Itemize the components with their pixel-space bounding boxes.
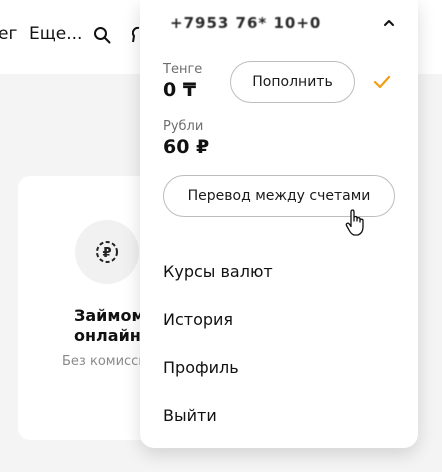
- balance-label-tenge: Тенге: [163, 62, 203, 77]
- nav-more-link[interactable]: Еще...: [29, 24, 82, 44]
- balance-amount-tenge: 0 ₸: [163, 79, 197, 101]
- menu-link-logout[interactable]: Выйти: [163, 406, 217, 425]
- user-icon[interactable]: [132, 26, 140, 44]
- chevron-up-icon[interactable]: [382, 16, 396, 30]
- balance-amount-rubles: 60 ₽: [163, 136, 210, 158]
- menu-link-exchange-rates[interactable]: Курсы валют: [163, 262, 273, 281]
- ruble-coin-icon: ₽: [96, 241, 118, 263]
- menu-link-history[interactable]: История: [163, 310, 233, 329]
- topup-button[interactable]: Пополнить: [230, 61, 355, 103]
- menu-link-profile[interactable]: Профиль: [163, 358, 239, 377]
- search-icon[interactable]: [93, 26, 111, 44]
- checkmark-icon: [373, 75, 391, 89]
- promo-icon-circle: ₽: [75, 220, 139, 284]
- account-name: +7953 76* 10+0: [170, 14, 322, 32]
- svg-text:₽: ₽: [102, 246, 111, 261]
- nav-item-partial[interactable]: ег: [0, 24, 17, 44]
- account-dropdown: +7953 76* 10+0 Тенге 0 ₸ Пополнить Рубли…: [140, 0, 418, 448]
- balance-label-rubles: Рубли: [163, 119, 204, 134]
- hand-cursor-icon: [345, 209, 364, 236]
